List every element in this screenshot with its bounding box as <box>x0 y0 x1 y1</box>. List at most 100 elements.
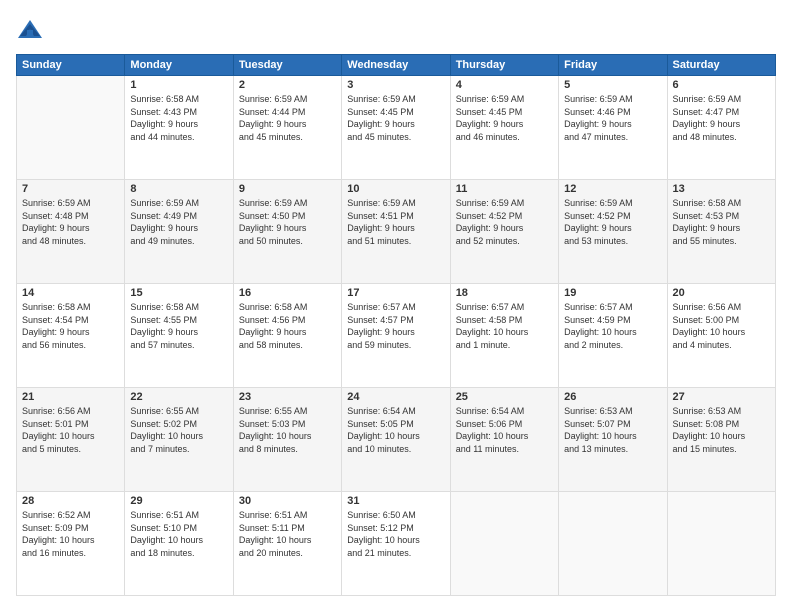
day-number: 9 <box>239 183 336 195</box>
weekday-header: Wednesday <box>342 55 450 76</box>
calendar-cell: 20 Sunrise: 6:56 AM Sunset: 5:00 PM Dayli… <box>667 284 775 388</box>
day-info: Sunrise: 6:53 AM Sunset: 5:07 PM Dayligh… <box>564 405 661 455</box>
calendar-cell: 28 Sunrise: 6:52 AM Sunset: 5:09 PM Dayli… <box>17 492 125 596</box>
day-number: 31 <box>347 495 444 507</box>
calendar-cell: 16 Sunrise: 6:58 AM Sunset: 4:56 PM Dayli… <box>233 284 341 388</box>
calendar-cell: 22 Sunrise: 6:55 AM Sunset: 5:02 PM Dayli… <box>125 388 233 492</box>
day-info: Sunrise: 6:57 AM Sunset: 4:59 PM Dayligh… <box>564 301 661 351</box>
day-info: Sunrise: 6:51 AM Sunset: 5:11 PM Dayligh… <box>239 509 336 559</box>
day-info: Sunrise: 6:55 AM Sunset: 5:02 PM Dayligh… <box>130 405 227 455</box>
calendar-cell: 1 Sunrise: 6:58 AM Sunset: 4:43 PM Daylig… <box>125 76 233 180</box>
day-number: 14 <box>22 287 119 299</box>
calendar-cell: 23 Sunrise: 6:55 AM Sunset: 5:03 PM Dayli… <box>233 388 341 492</box>
day-number: 30 <box>239 495 336 507</box>
day-info: Sunrise: 6:59 AM Sunset: 4:49 PM Dayligh… <box>130 197 227 247</box>
day-info: Sunrise: 6:58 AM Sunset: 4:56 PM Dayligh… <box>239 301 336 351</box>
calendar-cell <box>450 492 558 596</box>
day-number: 17 <box>347 287 444 299</box>
day-number: 1 <box>130 79 227 91</box>
day-number: 8 <box>130 183 227 195</box>
weekday-header: Saturday <box>667 55 775 76</box>
day-number: 24 <box>347 391 444 403</box>
day-info: Sunrise: 6:59 AM Sunset: 4:45 PM Dayligh… <box>456 93 553 143</box>
day-info: Sunrise: 6:54 AM Sunset: 5:06 PM Dayligh… <box>456 405 553 455</box>
day-info: Sunrise: 6:59 AM Sunset: 4:44 PM Dayligh… <box>239 93 336 143</box>
calendar-week-row: 7 Sunrise: 6:59 AM Sunset: 4:48 PM Daylig… <box>17 180 776 284</box>
day-number: 15 <box>130 287 227 299</box>
day-number: 26 <box>564 391 661 403</box>
calendar-cell: 6 Sunrise: 6:59 AM Sunset: 4:47 PM Daylig… <box>667 76 775 180</box>
day-info: Sunrise: 6:59 AM Sunset: 4:51 PM Dayligh… <box>347 197 444 247</box>
day-number: 13 <box>673 183 770 195</box>
calendar-cell: 11 Sunrise: 6:59 AM Sunset: 4:52 PM Dayli… <box>450 180 558 284</box>
calendar-header-row: SundayMondayTuesdayWednesdayThursdayFrid… <box>17 55 776 76</box>
day-info: Sunrise: 6:58 AM Sunset: 4:53 PM Dayligh… <box>673 197 770 247</box>
calendar-cell: 13 Sunrise: 6:58 AM Sunset: 4:53 PM Dayli… <box>667 180 775 284</box>
day-info: Sunrise: 6:59 AM Sunset: 4:46 PM Dayligh… <box>564 93 661 143</box>
day-number: 21 <box>22 391 119 403</box>
calendar-cell <box>559 492 667 596</box>
day-info: Sunrise: 6:57 AM Sunset: 4:57 PM Dayligh… <box>347 301 444 351</box>
calendar-cell: 18Sunrise: 6:57 AM Sunset: 4:58 PM Dayli… <box>450 284 558 388</box>
day-number: 20 <box>673 287 770 299</box>
day-number: 18 <box>456 287 553 299</box>
day-number: 16 <box>239 287 336 299</box>
calendar-cell: 27Sunrise: 6:53 AM Sunset: 5:08 PM Dayli… <box>667 388 775 492</box>
calendar-cell: 29Sunrise: 6:51 AM Sunset: 5:10 PM Dayli… <box>125 492 233 596</box>
calendar-cell: 12Sunrise: 6:59 AM Sunset: 4:52 PM Dayli… <box>559 180 667 284</box>
day-info: Sunrise: 6:52 AM Sunset: 5:09 PM Dayligh… <box>22 509 119 559</box>
day-number: 25 <box>456 391 553 403</box>
day-number: 23 <box>239 391 336 403</box>
calendar-cell: 31 Sunrise: 6:50 AM Sunset: 5:12 PM Dayli… <box>342 492 450 596</box>
weekday-header: Tuesday <box>233 55 341 76</box>
weekday-header: Friday <box>559 55 667 76</box>
day-info: Sunrise: 6:58 AM Sunset: 4:43 PM Dayligh… <box>130 93 227 143</box>
day-number: 12 <box>564 183 661 195</box>
calendar-table: SundayMondayTuesdayWednesdayThursdayFrid… <box>16 54 776 596</box>
day-info: Sunrise: 6:54 AM Sunset: 5:05 PM Dayligh… <box>347 405 444 455</box>
day-info: Sunrise: 6:58 AM Sunset: 4:54 PM Dayligh… <box>22 301 119 351</box>
day-info: Sunrise: 6:59 AM Sunset: 4:52 PM Dayligh… <box>456 197 553 247</box>
day-number: 29 <box>130 495 227 507</box>
day-info: Sunrise: 6:53 AM Sunset: 5:08 PM Dayligh… <box>673 405 770 455</box>
calendar-cell: 25 Sunrise: 6:54 AM Sunset: 5:06 PM Dayli… <box>450 388 558 492</box>
calendar-cell: 24 Sunrise: 6:54 AM Sunset: 5:05 PM Dayli… <box>342 388 450 492</box>
day-number: 10 <box>347 183 444 195</box>
weekday-header: Sunday <box>17 55 125 76</box>
day-number: 7 <box>22 183 119 195</box>
calendar-cell: 4 Sunrise: 6:59 AM Sunset: 4:45 PM Daylig… <box>450 76 558 180</box>
day-number: 6 <box>673 79 770 91</box>
calendar-cell: 2 Sunrise: 6:59 AM Sunset: 4:44 PM Daylig… <box>233 76 341 180</box>
calendar-cell: 9Sunrise: 6:59 AM Sunset: 4:50 PM Daylig… <box>233 180 341 284</box>
logo-icon <box>16 16 44 44</box>
day-info: Sunrise: 6:55 AM Sunset: 5:03 PM Dayligh… <box>239 405 336 455</box>
day-info: Sunrise: 6:50 AM Sunset: 5:12 PM Dayligh… <box>347 509 444 559</box>
calendar-week-row: 28 Sunrise: 6:52 AM Sunset: 5:09 PM Dayli… <box>17 492 776 596</box>
day-number: 11 <box>456 183 553 195</box>
calendar-week-row: 21 Sunrise: 6:56 AM Sunset: 5:01 PM Dayli… <box>17 388 776 492</box>
page-header <box>16 16 776 44</box>
calendar-cell: 8 Sunrise: 6:59 AM Sunset: 4:49 PM Daylig… <box>125 180 233 284</box>
calendar-cell <box>17 76 125 180</box>
day-number: 4 <box>456 79 553 91</box>
calendar-week-row: 1 Sunrise: 6:58 AM Sunset: 4:43 PM Daylig… <box>17 76 776 180</box>
day-number: 3 <box>347 79 444 91</box>
calendar-cell: 30 Sunrise: 6:51 AM Sunset: 5:11 PM Dayli… <box>233 492 341 596</box>
day-info: Sunrise: 6:59 AM Sunset: 4:48 PM Dayligh… <box>22 197 119 247</box>
calendar-cell: 14 Sunrise: 6:58 AM Sunset: 4:54 PM Dayli… <box>17 284 125 388</box>
day-number: 19 <box>564 287 661 299</box>
day-number: 22 <box>130 391 227 403</box>
day-number: 2 <box>239 79 336 91</box>
calendar-cell: 10 Sunrise: 6:59 AM Sunset: 4:51 PM Dayli… <box>342 180 450 284</box>
day-info: Sunrise: 6:59 AM Sunset: 4:47 PM Dayligh… <box>673 93 770 143</box>
calendar-cell: 5Sunrise: 6:59 AM Sunset: 4:46 PM Daylig… <box>559 76 667 180</box>
day-info: Sunrise: 6:56 AM Sunset: 5:00 PM Dayligh… <box>673 301 770 351</box>
weekday-header: Thursday <box>450 55 558 76</box>
calendar-cell: 7 Sunrise: 6:59 AM Sunset: 4:48 PM Daylig… <box>17 180 125 284</box>
logo <box>16 16 48 44</box>
day-number: 28 <box>22 495 119 507</box>
calendar-cell: 15Sunrise: 6:58 AM Sunset: 4:55 PM Dayli… <box>125 284 233 388</box>
calendar-cell: 19 Sunrise: 6:57 AM Sunset: 4:59 PM Dayli… <box>559 284 667 388</box>
calendar-cell: 3Sunrise: 6:59 AM Sunset: 4:45 PM Daylig… <box>342 76 450 180</box>
day-info: Sunrise: 6:56 AM Sunset: 5:01 PM Dayligh… <box>22 405 119 455</box>
